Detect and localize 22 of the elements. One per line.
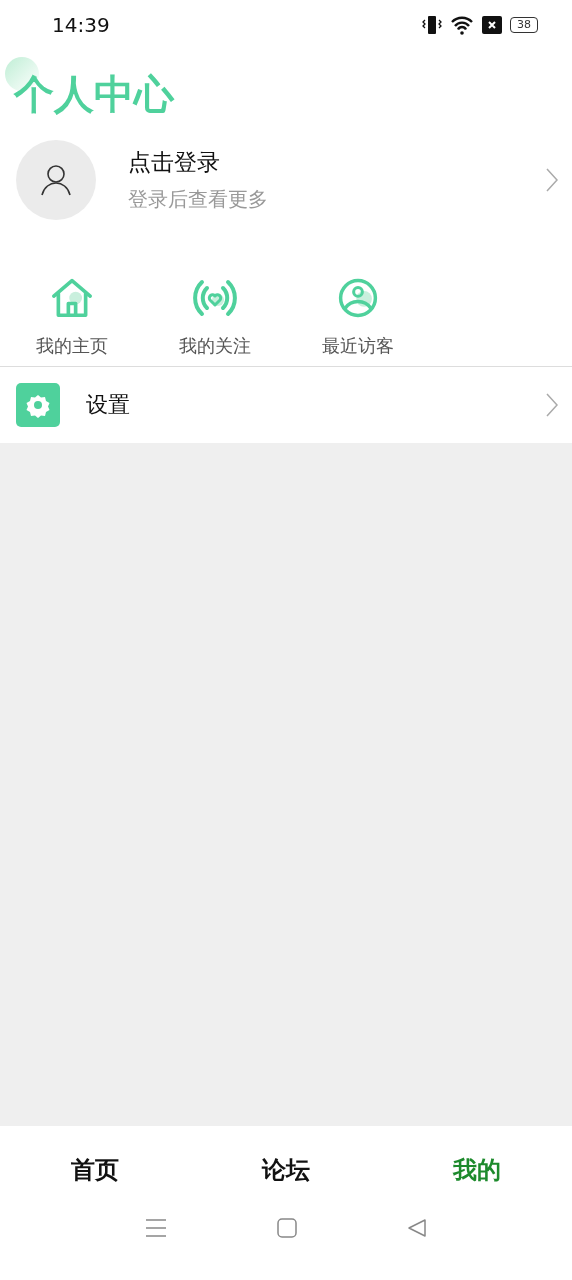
no-sim-icon [482,16,502,34]
menu-row[interactable]: 设置 [0,367,572,443]
status-time: 14:39 [52,13,110,37]
chevron-right-icon [546,168,558,192]
wifi-icon [450,15,474,35]
bottom-tab[interactable]: 我的 [381,1126,572,1214]
back-icon[interactable] [407,1218,427,1238]
battery-level: 38 [510,17,538,33]
vibrate-icon [422,15,442,35]
login-link[interactable]: 点击登录 [128,147,546,178]
menu-icon[interactable] [145,1218,167,1238]
login-hint: 登录后查看更多 [128,186,269,213]
settings-icon [16,383,60,427]
page-title: 个人中心 [14,70,176,118]
user-icon [41,164,71,196]
chevron-right-icon [546,393,558,417]
home-square-icon[interactable] [277,1218,297,1238]
shortcut-item[interactable]: 最近访客 [286,278,429,358]
bottom-tab[interactable]: 首页 [0,1126,191,1214]
shortcut-item[interactable]: 我的主页 [0,278,143,358]
shortcut-item[interactable]: 我的关注 [143,278,286,358]
bottom-tab[interactable]: 论坛 [190,1126,382,1214]
